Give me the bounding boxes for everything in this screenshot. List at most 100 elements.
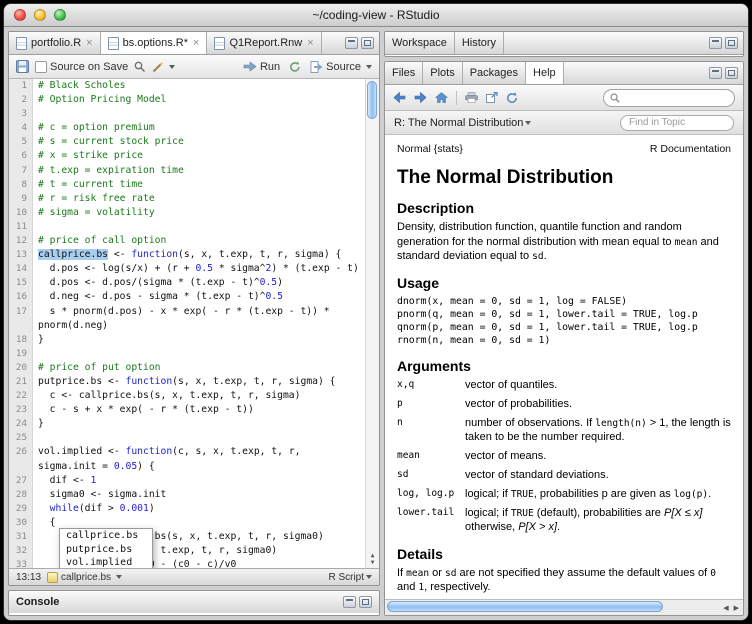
code-line: 21putprice.bs <- function(s, x, t.exp, t… [9,375,365,389]
run-button[interactable]: Run [243,61,280,73]
editor-tab[interactable]: bs.options.R*× [101,32,208,54]
code-tools-button[interactable] [152,61,175,73]
tab-close-icon[interactable]: × [86,37,92,49]
line-number: 15 [9,276,33,290]
autocomplete-item[interactable]: putprice.bs [60,543,152,557]
maximize-pane-icon[interactable] [725,37,738,49]
line-number: 28 [9,488,33,502]
scope-selector[interactable]: callprice.bs [47,572,122,583]
code-line: 25 [9,431,365,445]
open-new-window-button[interactable] [486,92,498,103]
scrollbar-thumb[interactable] [387,601,663,612]
find-replace-button[interactable] [134,61,146,73]
rerun-button[interactable] [289,61,301,73]
line-number: 3 [9,107,33,121]
minimize-pane-icon[interactable] [345,37,358,49]
help-content[interactable]: Normal {stats} R Documentation The Norma… [385,135,743,599]
titlebar[interactable]: ~/coding-view - RStudio [4,4,748,27]
print-button[interactable] [465,92,478,103]
editor-tabbar: portfolio.R×bs.options.R*× Q1Report.Rnw × [9,32,379,55]
maximize-pane-icon[interactable] [361,37,374,49]
help-horizontal-scrollbar[interactable]: ◀▶ [385,599,743,615]
line-number: 2 [9,93,33,107]
editor-vertical-scrollbar[interactable]: ▲▼ [365,79,379,568]
back-arrow-icon [393,92,406,103]
save-icon[interactable] [16,60,29,73]
workspace-pane: Workspace History [384,31,744,57]
refresh-button[interactable] [506,92,518,104]
details-text: If mean or sd are not specified they ass… [397,566,731,595]
section-heading-arguments: Arguments [397,358,731,374]
console-pane: Console [8,590,380,616]
code-line: 27 dif <- 1 [9,474,365,488]
tab-history[interactable]: History [455,32,504,54]
minimize-pane-icon[interactable] [709,37,722,49]
zoom-button[interactable] [54,9,66,21]
line-number: 12 [9,234,33,248]
line-number: 30 [9,516,33,530]
line-number: 8 [9,178,33,192]
line-number: 19 [9,347,33,361]
argument-row: x,qvector of quantiles. [397,378,731,392]
help-tabbar: FilesPlotsPackagesHelp [385,62,743,85]
scrollbar-arrows[interactable]: ◀▶ [723,600,739,615]
close-button[interactable] [14,9,26,21]
find-in-topic-input[interactable] [620,115,734,131]
home-button[interactable] [435,92,448,103]
autocomplete-item[interactable]: vol.implied [60,556,152,568]
line-number: 22 [9,389,33,403]
maximize-pane-icon[interactable] [725,67,738,79]
code-line: 22 c <- callprice.bs(s, x, t.exp, t, r, … [9,389,365,403]
tab-plots[interactable]: Plots [423,62,462,84]
autocomplete-popup: callprice.bsputprice.bsvol.impliedvega [59,528,153,568]
code-line: 7# t.exp = expiration time [9,164,365,178]
help-toolbar [385,85,743,111]
line-number: 29 [9,502,33,516]
tab-packages[interactable]: Packages [463,62,526,84]
help-topic-selector[interactable]: R: The Normal Distribution [394,117,531,129]
source-on-save-checkbox[interactable] [35,61,47,73]
scrollbar-arrows[interactable]: ▲▼ [366,552,379,566]
tab-help[interactable]: Help [526,62,564,84]
tab-label: Workspace [392,37,447,49]
source-button[interactable]: Source [310,61,372,73]
help-search-input[interactable] [603,89,735,107]
line-number: 17 [9,305,33,319]
code-line: 24} [9,417,365,431]
tab-label: Q1Report.Rnw [229,37,302,49]
code-line: 17 s * pnorm(d.pos) - x * exp( - r * (t.… [9,305,365,319]
tab-workspace[interactable]: Workspace [385,32,455,54]
file-type-selector[interactable]: R Script [328,572,372,583]
tab-files[interactable]: Files [385,62,423,84]
tab-close-icon[interactable]: × [307,37,313,49]
minimize-pane-icon[interactable] [343,596,356,608]
line-number: 26 [9,445,33,459]
editor-tab[interactable]: portfolio.R× [9,32,101,54]
scrollbar-thumb[interactable] [367,81,377,119]
line-number: 20 [9,361,33,375]
line-number: 23 [9,403,33,417]
code-line: 19 [9,347,365,361]
editor-tab[interactable]: Q1Report.Rnw × [207,32,321,54]
console-header[interactable]: Console [9,591,379,613]
minimize-button[interactable] [34,9,46,21]
main-content: portfolio.R×bs.options.R*×Q1Report.Rnw× … [4,27,748,620]
run-label: Run [260,61,280,73]
forward-button[interactable] [414,92,427,103]
editor-toolbar: Source on Save Run [9,55,379,79]
tab-close-icon[interactable]: × [193,37,199,49]
code-editor[interactable]: 1# Black Scholes2# Option Pricing Model3… [9,79,379,568]
maximize-pane-icon[interactable] [359,596,372,608]
code-line: 23 c - s + x * exp( - r * (t.exp - t)) [9,403,365,417]
minimize-pane-icon[interactable] [709,67,722,79]
doc-topic: Normal {stats} [397,143,463,155]
autocomplete-item[interactable]: callprice.bs [60,529,152,543]
usage-code: dnorm(x, mean = 0, sd = 1, log = FALSE)p… [397,295,731,347]
source-on-save-toggle[interactable]: Source on Save [35,61,128,73]
arguments-table: x,qvector of quantiles.pvector of probab… [397,378,731,535]
argument-row: lower.taillogical; if TRUE (default), pr… [397,506,731,534]
code-line: 14 d.pos <- log(s/x) + (r + 0.5 * sigma^… [9,262,365,276]
line-number: 14 [9,262,33,276]
back-button[interactable] [393,92,406,103]
line-number: 27 [9,474,33,488]
